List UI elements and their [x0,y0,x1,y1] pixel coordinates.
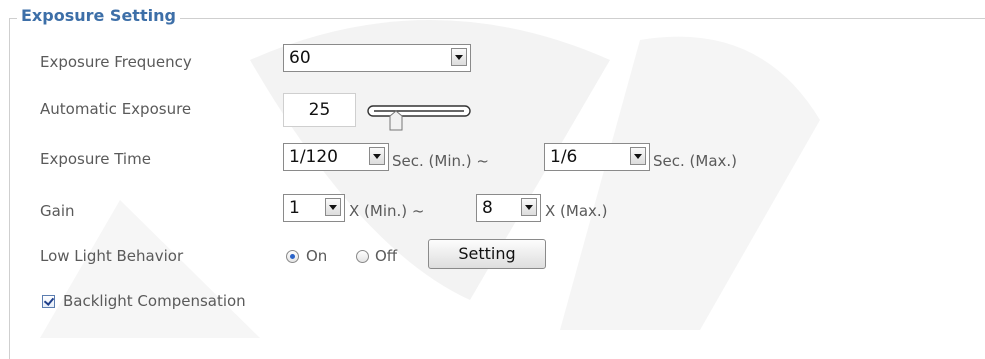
gain-max-value: 8 [482,198,493,218]
gain-label: Gain [40,202,75,220]
exposure-time-min-value: 1/120 [289,147,338,167]
gain-min-value: 1 [289,198,300,218]
low-light-setting-button[interactable]: Setting [428,239,546,269]
slider-thumb[interactable] [389,110,403,131]
low-light-behavior-label: Low Light Behavior [40,247,184,265]
section-title: Exposure Setting [17,6,180,25]
dropdown-arrow-icon[interactable] [630,147,646,165]
backlight-compensation-checkbox[interactable] [42,295,55,308]
low-light-on-radio[interactable] [286,250,299,263]
low-light-off-label: Off [375,247,398,265]
exposure-time-max-select[interactable]: 1/6 [544,143,650,171]
exposure-frequency-label: Exposure Frequency [40,53,192,71]
automatic-exposure-slider[interactable] [366,92,474,140]
exposure-time-label: Exposure Time [40,150,151,168]
low-light-on-label: On [306,247,328,265]
automatic-exposure-input[interactable]: 25 [283,93,356,127]
gain-max-select[interactable]: 8 [476,194,541,222]
exposure-time-min-select[interactable]: 1/120 [283,143,389,171]
dropdown-arrow-icon[interactable] [325,198,341,216]
exposure-time-max-value: 1/6 [550,147,578,167]
automatic-exposure-label: Automatic Exposure [40,100,192,118]
exposure-time-min-unit: Sec. (Min.) ~ [392,152,489,170]
backlight-compensation-label: Backlight Compensation [63,292,246,310]
exposure-time-max-unit: Sec. (Max.) [653,152,738,170]
gain-min-select[interactable]: 1 [283,194,345,222]
exposure-frequency-value: 60 [289,48,311,68]
low-light-off-radio[interactable] [356,250,369,263]
exposure-frequency-select[interactable]: 60 [283,44,471,72]
dropdown-arrow-icon[interactable] [369,147,385,165]
dropdown-arrow-icon[interactable] [521,198,537,216]
dropdown-arrow-icon[interactable] [451,48,467,66]
gain-max-unit: X (Max.) [545,202,608,220]
gain-min-unit: X (Min.) ~ [349,202,425,220]
